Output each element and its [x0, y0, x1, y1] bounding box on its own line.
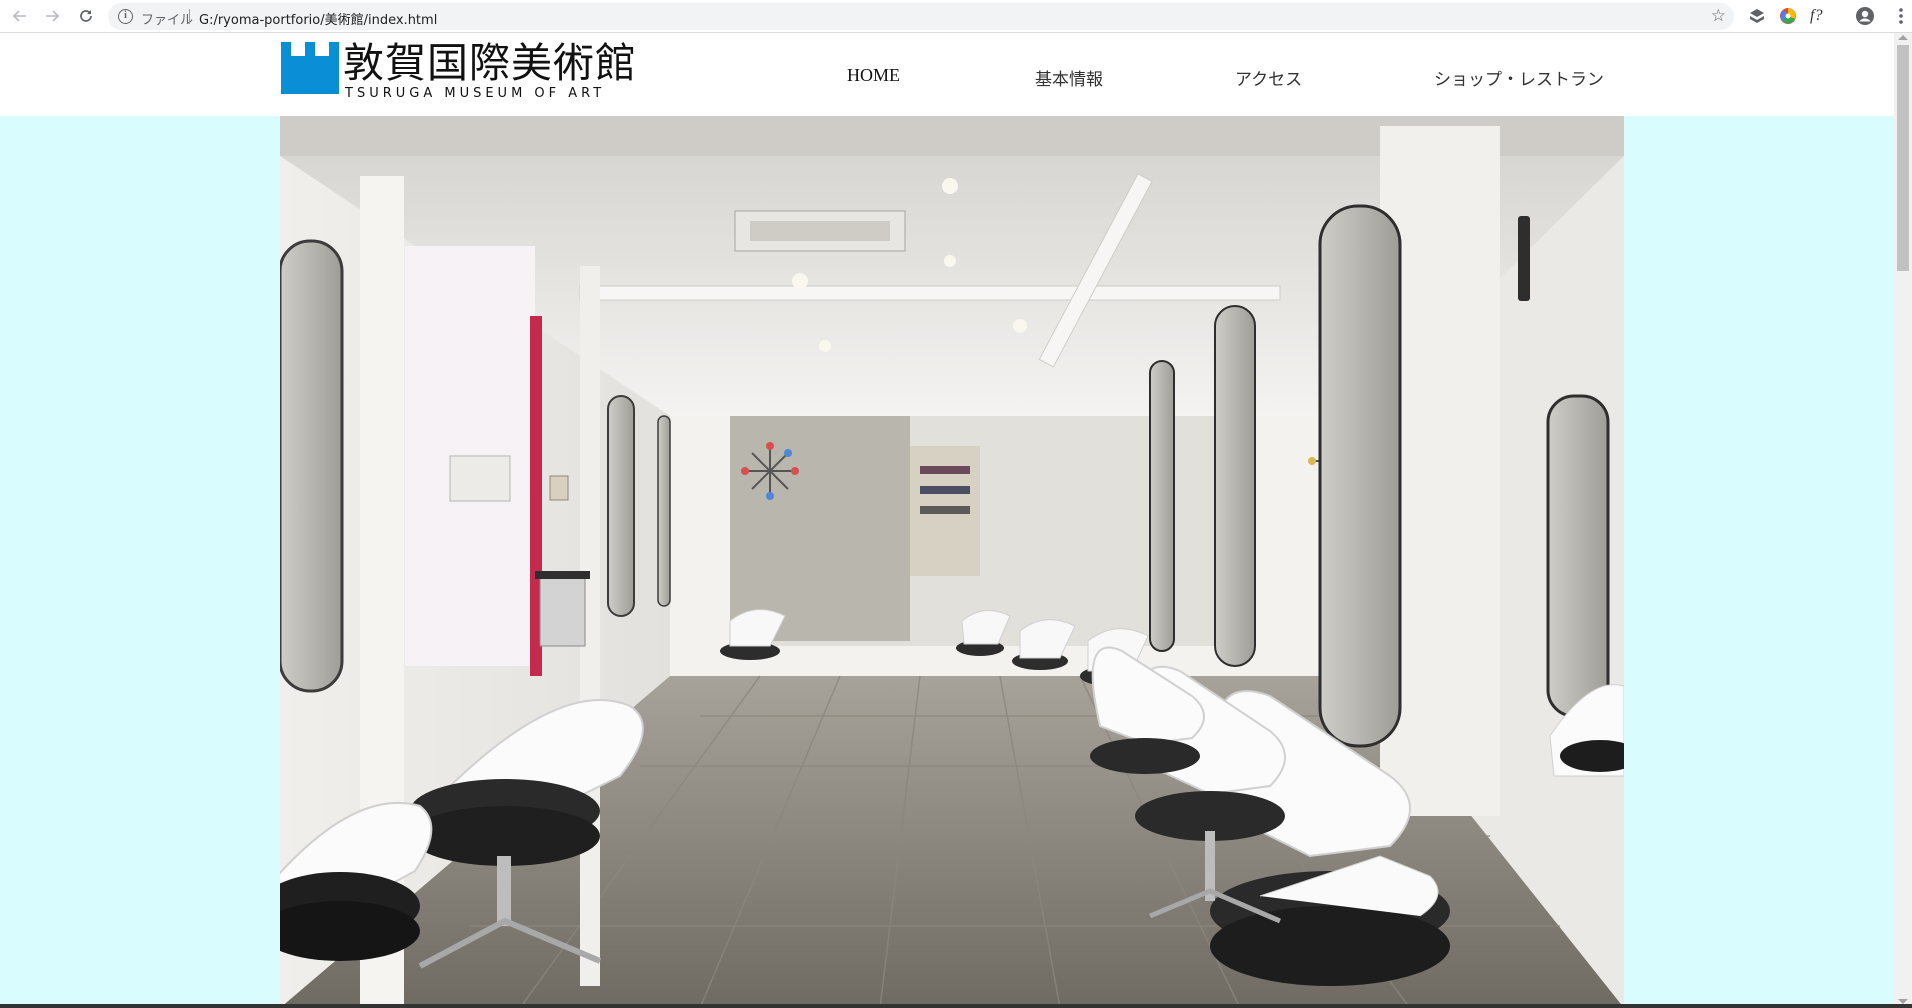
url-text[interactable]: G:/ryoma-portforio/美術館/index.html [199, 9, 437, 28]
nav-home[interactable]: HOME [847, 65, 900, 86]
nav-shop-restaurant[interactable]: ショップ・レストラン [1434, 65, 1604, 90]
museum-logo-mark-icon [281, 42, 339, 94]
arrow-left-icon[interactable] [8, 4, 32, 28]
font-extension-icon[interactable]: f? [1810, 6, 1830, 26]
nav-basic-info[interactable]: 基本情報 [1035, 65, 1103, 90]
scroll-up-arrow-icon[interactable] [1898, 35, 1908, 40]
color-wheel-extension-icon[interactable] [1778, 6, 1798, 26]
star-icon[interactable]: ☆ [1711, 6, 1726, 26]
hero-image [280, 116, 1624, 1008]
info-icon[interactable]: i [118, 9, 133, 24]
logo-title-jp: 敦賀国際美術館 [343, 39, 637, 87]
logo-title-en: TSURUGA MUSEUM OF ART [345, 86, 606, 101]
site-logo[interactable]: 敦賀国際美術館 TSURUGA MUSEUM OF ART [281, 39, 636, 101]
hero-salon-illustration [280, 116, 1624, 1008]
omnibox-divider [189, 9, 190, 24]
kebab-menu-icon[interactable] [1891, 6, 1911, 26]
scroll-thumb[interactable] [1897, 45, 1909, 271]
taskbar-edge [0, 1004, 1912, 1008]
layers-extension-icon[interactable] [1747, 6, 1767, 26]
scheme-label: ファイル [141, 13, 194, 28]
site-header: 敦賀国際美術館 TSURUGA MUSEUM OF ART HOME 基本情報 … [0, 33, 1894, 116]
page-scrollbar[interactable] [1894, 33, 1912, 1008]
account-circle-icon[interactable] [1855, 6, 1875, 26]
reload-icon[interactable] [74, 4, 98, 28]
page-body: 敦賀国際美術館 TSURUGA MUSEUM OF ART HOME 基本情報 … [0, 33, 1894, 1008]
browser-toolbar: i ファイル G:/ryoma-portforio/美術館/index.html… [0, 0, 1912, 33]
arrow-right-icon[interactable] [40, 4, 64, 28]
nav-access[interactable]: アクセス [1235, 65, 1302, 90]
address-bar[interactable]: i ファイル G:/ryoma-portforio/美術館/index.html… [108, 3, 1734, 30]
